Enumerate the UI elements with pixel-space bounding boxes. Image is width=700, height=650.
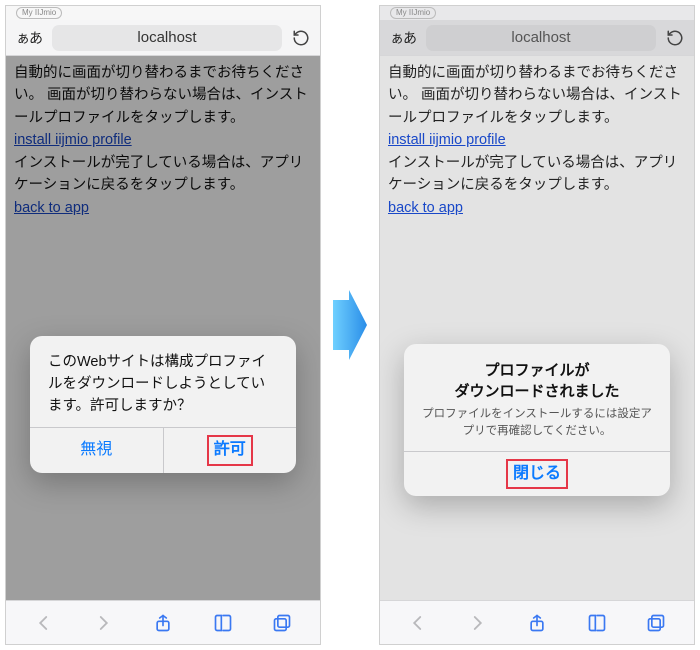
toolbar [380,600,694,644]
step-arrow-icon [329,290,371,360]
text-size-button[interactable]: ぁあ [388,28,418,48]
reload-icon[interactable] [664,27,686,49]
url-field[interactable]: localhost [52,25,282,51]
install-profile-link[interactable]: install iijmio profile [388,132,506,148]
address-bar: ぁあ localhost [380,20,694,56]
phone-screenshot-right: My IIJmio ぁあ localhost 自動的に画面が切り替わるまでお待ち… [379,5,695,645]
back-to-app-link[interactable]: back to app [388,200,463,216]
body-text: インストールが完了している場合は、アプリケーションに戻るをタップします。 [388,155,677,193]
body-text: 画面が切り替わらない場合は、インストールプロファイルをタップします。 [388,87,682,125]
status-bar: My IIJmio [380,6,694,20]
page-content: 自動的に画面が切り替わるまでお待ちください。 画面が切り替わらない場合は、インス… [380,56,694,600]
ignore-button[interactable]: 無視 [30,428,163,473]
dialog-message: このWebサイトは構成プロファイルをダウンロードしようとしています。許可しますか… [48,352,278,417]
forward-icon[interactable] [91,611,115,635]
text-size-button[interactable]: ぁあ [14,28,44,48]
back-icon[interactable] [406,611,430,635]
phone-screenshot-left: My IIJmio ぁあ localhost 自動的に画面が切り替わるまでお待ち… [5,5,321,645]
tabs-icon[interactable] [644,611,668,635]
url-text: localhost [137,29,196,46]
close-button-label: 閉じる [509,462,565,487]
carrier-label: My IIJmio [390,7,436,19]
status-bar: My IIJmio [6,6,320,20]
carrier-label: My IIJmio [16,7,62,19]
share-icon[interactable] [525,611,549,635]
address-bar: ぁあ localhost [6,20,320,56]
modal-overlay [6,56,320,600]
bookmarks-icon[interactable] [211,611,235,635]
dialog-subtext: プロファイルをインストールするには設定アプリで再確認してください。 [422,406,652,441]
tabs-icon[interactable] [270,611,294,635]
page-content: 自動的に画面が切り替わるまでお待ちください。 画面が切り替わらない場合は、インス… [6,56,320,600]
dialog-title: プロファイルが ダウンロードされました [422,360,652,402]
url-field[interactable]: localhost [426,25,656,51]
back-icon[interactable] [32,611,56,635]
url-text: localhost [511,29,570,46]
close-button[interactable]: 閉じる [404,452,670,497]
reload-icon[interactable] [290,27,312,49]
download-permission-dialog: このWebサイトは構成プロファイルをダウンロードしようとしています。許可しますか… [30,336,296,473]
toolbar [6,600,320,644]
profile-downloaded-dialog: プロファイルが ダウンロードされました プロファイルをインストールするには設定ア… [404,344,670,496]
allow-button[interactable]: 許可 [163,428,297,473]
bookmarks-icon[interactable] [585,611,609,635]
share-icon[interactable] [151,611,175,635]
allow-button-label: 許可 [210,438,250,463]
forward-icon[interactable] [465,611,489,635]
